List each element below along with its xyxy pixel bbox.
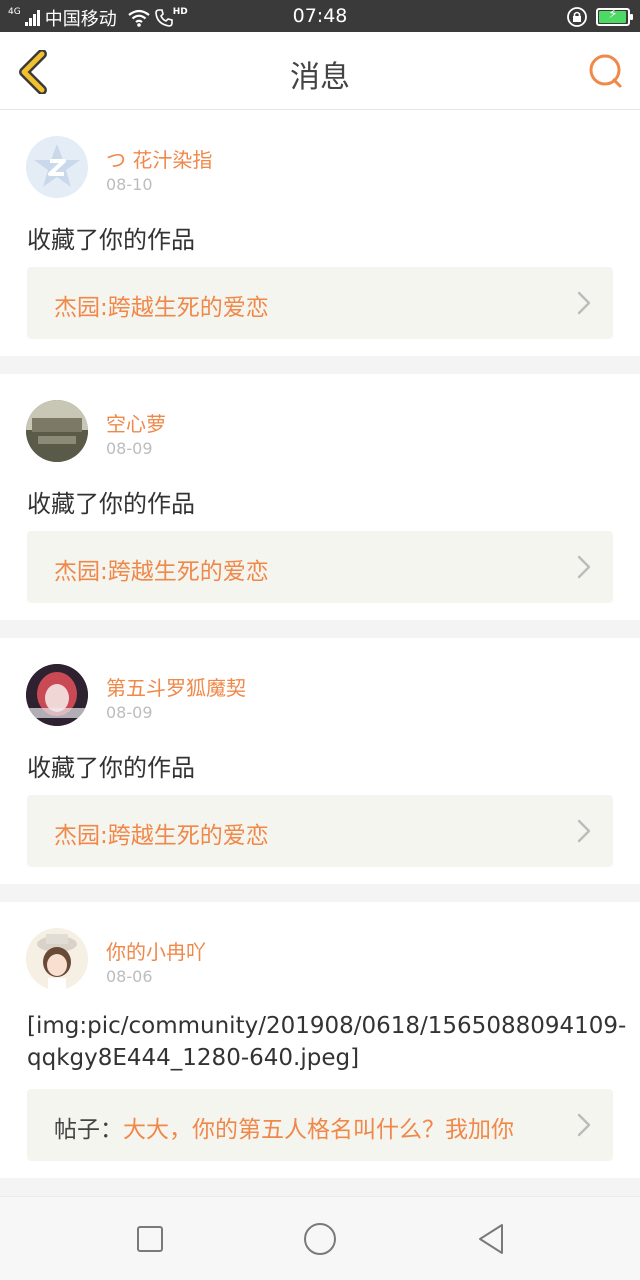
photo-avatar-icon <box>26 400 88 462</box>
work-link[interactable]: 杰园:跨越生死的爱恋 <box>27 267 613 339</box>
avatar[interactable] <box>26 928 88 990</box>
message-card: 第五斗罗狐魔契 08-09 收藏了你的作品 杰园:跨越生死的爱恋 <box>0 638 640 884</box>
anime-avatar-icon <box>26 664 88 726</box>
home-icon[interactable] <box>300 1219 340 1259</box>
back-nav-icon[interactable] <box>472 1219 512 1259</box>
chevron-right-icon <box>577 555 591 579</box>
link-title-text: 杰园:跨越生死的爱恋 <box>54 295 269 321</box>
link-title-text: 大大，你的第五人格名叫什么？我加你 <box>123 1117 514 1143</box>
battery-icon: ⚡ <box>596 7 633 26</box>
chevron-right-icon <box>577 1113 591 1137</box>
post-link-title: 帖子：大大，你的第五人格名叫什么？我加你 <box>54 1110 514 1144</box>
link-title-text: 杰园:跨越生死的爱恋 <box>54 823 269 849</box>
search-button[interactable] <box>586 52 626 92</box>
work-link-title: 杰园:跨越生死的爱恋 <box>54 288 269 322</box>
chevron-right-icon <box>577 819 591 843</box>
app-header: 消息 <box>0 32 640 110</box>
link-prefix: 帖子： <box>54 1117 123 1143</box>
rotation-lock-icon <box>567 7 587 27</box>
search-icon <box>589 54 622 88</box>
message-date: 08-06 <box>106 967 153 986</box>
system-nav-bar <box>0 1196 640 1280</box>
action-text: 收藏了你的作品 <box>27 490 195 518</box>
username[interactable]: 你的小冉吖 <box>106 936 206 965</box>
avatar[interactable] <box>26 136 88 198</box>
status-time: 07:48 <box>292 5 348 27</box>
message-card: つ 花汁染指 08-10 收藏了你的作品 杰园:跨越生死的爱恋 <box>0 110 640 356</box>
work-link-title: 杰园:跨越生死的爱恋 <box>54 816 269 850</box>
action-text: 收藏了你的作品 <box>27 226 195 254</box>
page-title: 消息 <box>290 60 350 95</box>
qq-logo-icon <box>34 144 80 187</box>
status-bar: 4G 中国移动 HD 07:48 ⚡ <box>0 0 640 32</box>
work-link[interactable]: 杰园:跨越生死的爱恋 <box>27 531 613 603</box>
work-link[interactable]: 杰园:跨越生死的爱恋 <box>27 795 613 867</box>
charging-icon: ⚡ <box>608 7 618 22</box>
recent-apps-icon[interactable] <box>130 1219 170 1259</box>
link-title-text: 杰园:跨越生死的爱恋 <box>54 559 269 585</box>
message-card: 空心萝 08-09 收藏了你的作品 杰园:跨越生死的爱恋 <box>0 374 640 620</box>
avatar[interactable] <box>26 400 88 462</box>
message-card: 你的小冉吖 08-06 [img:pic/community/201908/06… <box>0 902 640 1178</box>
username[interactable]: 空心萝 <box>106 408 166 437</box>
post-link[interactable]: 帖子：大大，你的第五人格名叫什么？我加你 <box>27 1089 613 1161</box>
message-date: 08-09 <box>106 703 153 722</box>
action-text: 收藏了你的作品 <box>27 754 195 782</box>
message-date: 08-10 <box>106 175 153 194</box>
avatar[interactable] <box>26 664 88 726</box>
status-right: ⚡ <box>566 6 633 28</box>
chevron-right-icon <box>577 291 591 315</box>
username[interactable]: 第五斗罗狐魔契 <box>106 672 246 701</box>
chibi-avatar-icon <box>26 928 88 990</box>
work-link-title: 杰园:跨越生死的爱恋 <box>54 552 269 586</box>
username[interactable]: つ 花汁染指 <box>106 144 212 173</box>
message-date: 08-09 <box>106 439 153 458</box>
action-text: [img:pic/community/201908/0618/156508809… <box>27 1013 627 1071</box>
